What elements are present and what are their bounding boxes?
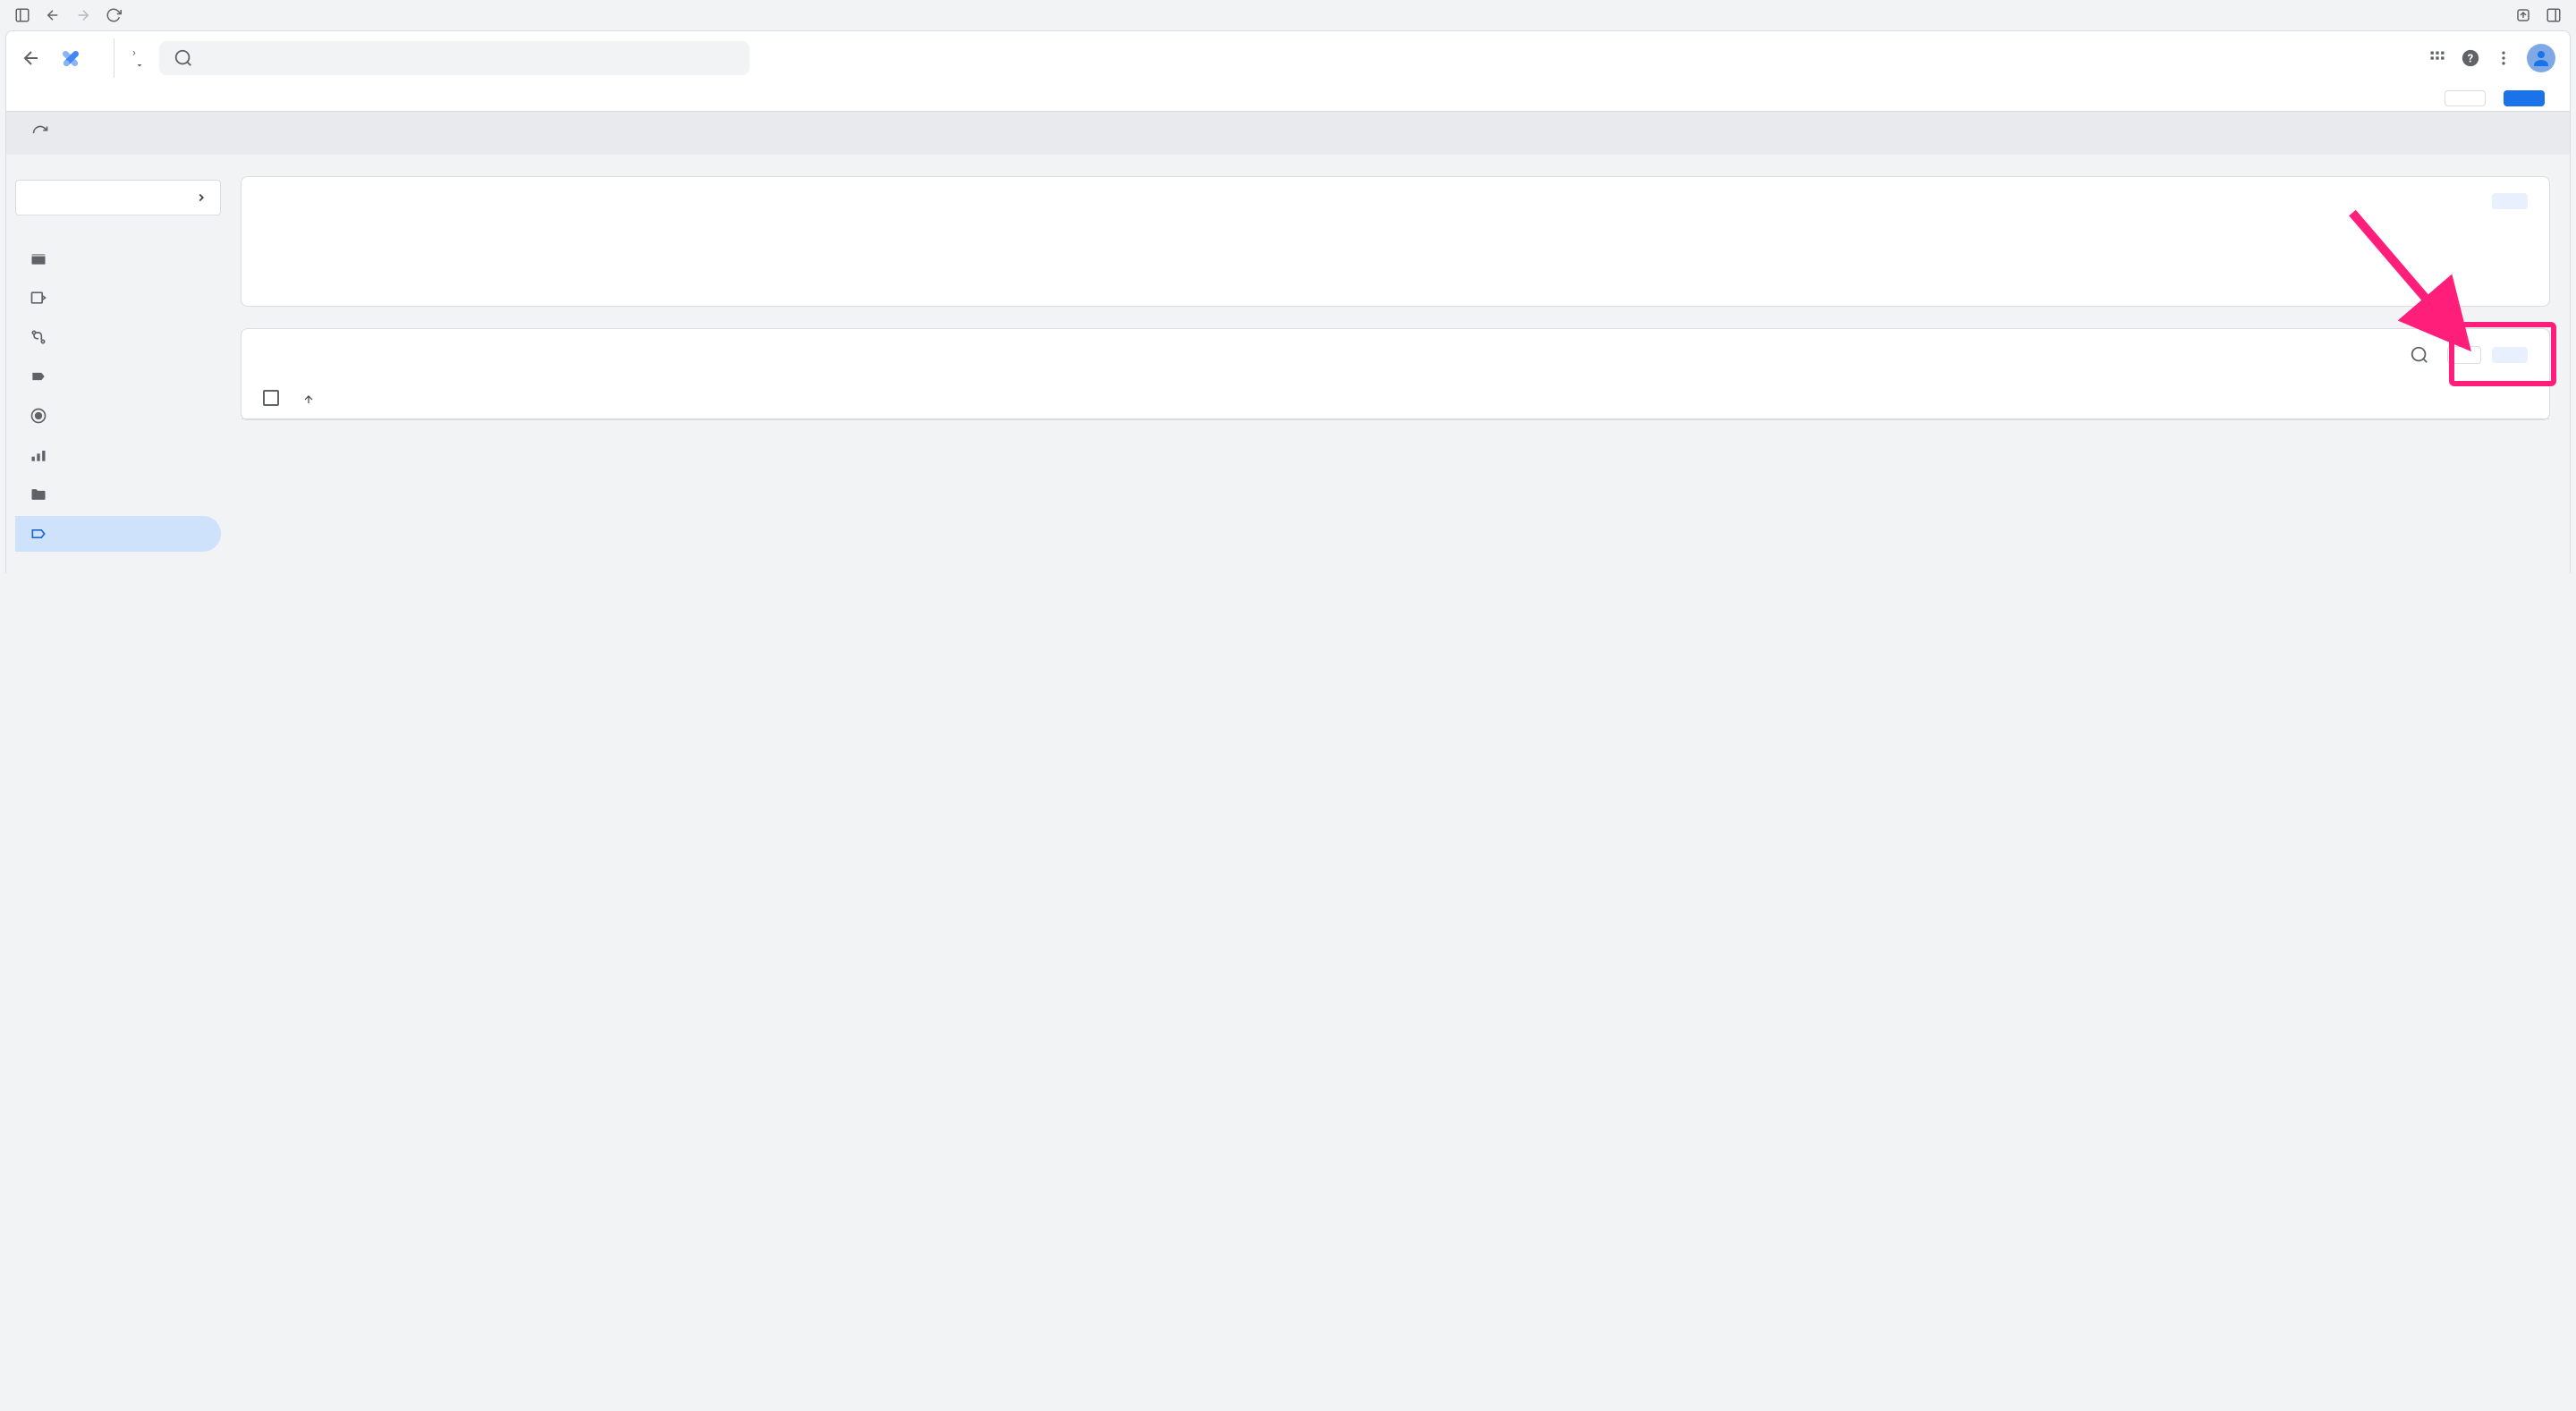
sidebar [6,155,230,573]
container-selector[interactable]: › [129,46,145,71]
app-header: › ? [6,31,2570,85]
column-name[interactable] [299,393,2072,406]
nav-forward-icon[interactable] [75,7,91,23]
refresh-icon[interactable] [31,124,49,142]
update-notification [6,112,2570,155]
workspace-label [15,173,221,180]
panel-icon[interactable] [2546,7,2562,23]
tag-templates-panel [241,328,2550,420]
browser-toolbar [0,0,2576,30]
table-header [242,381,2549,419]
help-icon[interactable]: ? [2461,48,2480,68]
more-menu-icon[interactable] [2495,49,2512,67]
sidebar-item-overview[interactable] [15,241,221,276]
overview-icon [30,249,47,267]
preview-button[interactable] [2445,90,2486,106]
chevron-right-icon [195,191,208,204]
sidebar-item-triggers[interactable] [15,398,221,434]
transformations-icon [30,328,47,346]
clients-icon [30,289,47,307]
folders-icon [30,486,47,503]
sidebar-item-clients[interactable] [15,280,221,316]
apps-icon[interactable] [2428,49,2446,67]
empty-state-message [242,225,2549,306]
gtm-logo-icon [56,44,85,72]
sidebar-item-tags[interactable] [15,359,221,394]
search-icon [174,48,193,68]
user-avatar[interactable] [2527,44,2555,72]
search-icon[interactable] [2410,345,2429,365]
main-content [230,155,2570,573]
sidebar-toggle-icon[interactable] [14,7,30,23]
search-gallery-button[interactable] [2447,346,2481,364]
sidebar-item-templates[interactable] [15,516,221,552]
breadcrumb: › [129,46,145,60]
client-templates-panel [241,176,2550,307]
triggers-icon [30,407,47,425]
sidebar-item-variables[interactable] [15,437,221,473]
back-button[interactable] [21,47,42,69]
reload-icon[interactable] [106,7,122,23]
new-tag-template-button[interactable] [2492,347,2528,363]
nav-back-icon[interactable] [45,7,61,23]
sidebar-item-folders[interactable] [15,477,221,512]
share-icon[interactable] [2515,7,2531,23]
tags-icon [30,368,47,385]
main-tabs [6,85,2570,112]
svg-text:?: ? [2468,53,2473,66]
dropdown-icon [134,60,145,71]
sidebar-item-transformations[interactable] [15,319,221,355]
select-all-checkbox[interactable] [263,390,279,406]
search-input[interactable] [159,41,750,75]
variables-icon [30,446,47,464]
new-client-template-button[interactable] [2492,193,2528,209]
templates-icon [30,525,47,543]
workspace-selector[interactable] [15,180,221,215]
submit-button[interactable] [2504,90,2545,106]
